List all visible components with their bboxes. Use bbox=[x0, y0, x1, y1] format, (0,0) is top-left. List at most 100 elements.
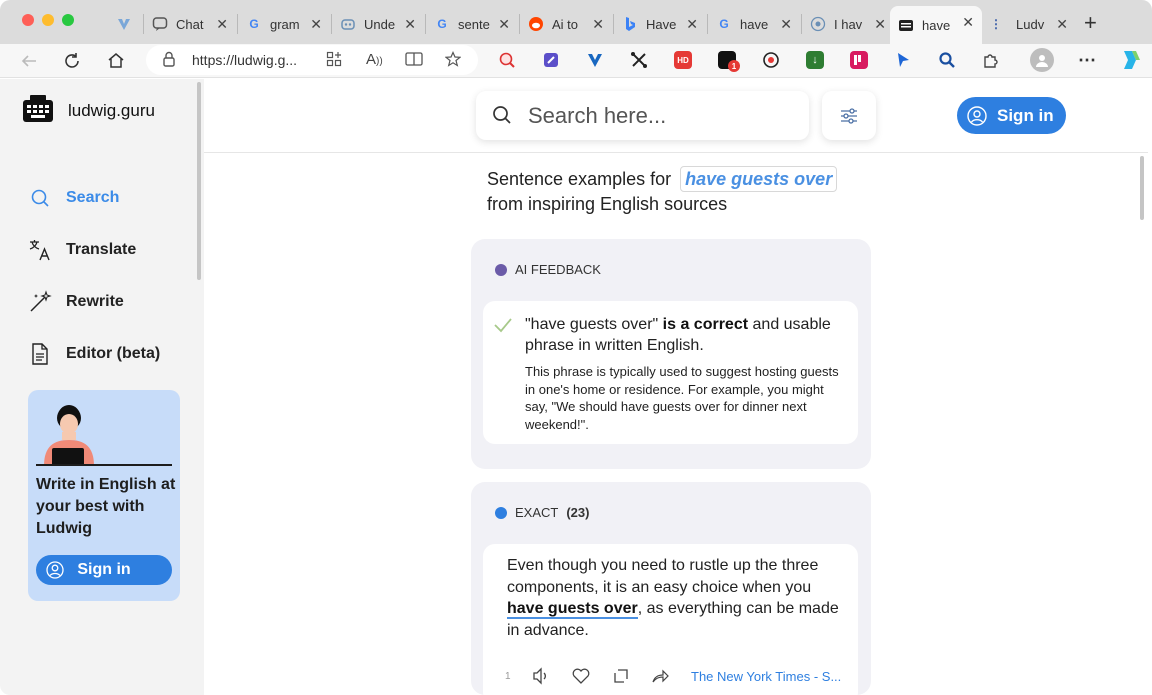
more-vertical-icon: ⋮ bbox=[990, 17, 1002, 31]
close-tab-icon[interactable]: ✕ bbox=[592, 16, 604, 33]
cursor-extension-icon[interactable] bbox=[894, 51, 912, 69]
immersive-reader-icon[interactable] bbox=[405, 51, 423, 70]
search-icon bbox=[493, 106, 511, 124]
tab-unde[interactable]: Unde ✕ bbox=[332, 8, 424, 40]
reddit-icon bbox=[528, 16, 544, 32]
search-box[interactable] bbox=[476, 91, 809, 140]
chat-icon bbox=[152, 16, 168, 32]
shuffle-extension-icon[interactable] bbox=[630, 51, 648, 69]
dark-extension-icon[interactable]: 1 bbox=[718, 51, 740, 72]
minimize-window-button[interactable] bbox=[42, 14, 54, 26]
reload-button[interactable] bbox=[59, 48, 85, 74]
header-sign-in-label: Sign in bbox=[997, 105, 1054, 125]
hd-extension-icon[interactable]: HD bbox=[674, 51, 692, 69]
close-tab-icon[interactable]: ✕ bbox=[874, 16, 886, 33]
close-tab-icon[interactable]: ✕ bbox=[686, 16, 698, 33]
tab-title: Have bbox=[646, 16, 677, 32]
close-tab-icon[interactable]: ✕ bbox=[1056, 16, 1068, 33]
tab-title: have bbox=[740, 16, 769, 32]
ai-explanation: This phrase is typically used to suggest… bbox=[525, 364, 839, 432]
more-menu-icon[interactable]: ⋯ bbox=[1078, 50, 1096, 70]
tab-ai-to[interactable]: Ai to ✕ bbox=[520, 8, 612, 40]
ai-feedback-header: AI FEEDBACK bbox=[495, 262, 601, 277]
google-icon: G bbox=[249, 17, 259, 31]
close-window-button[interactable] bbox=[22, 14, 34, 26]
maximize-window-button[interactable] bbox=[62, 14, 74, 26]
close-tab-icon[interactable]: ✕ bbox=[310, 16, 322, 33]
exact-status-dot bbox=[495, 506, 507, 519]
exact-count: (23) bbox=[566, 505, 590, 520]
ai-quote: "have guests over" bbox=[525, 316, 659, 333]
tab-title: have bbox=[922, 17, 951, 33]
ludwig-logo-icon[interactable] bbox=[22, 94, 54, 126]
example-sentence-card: Even though you need to rustle up the th… bbox=[483, 544, 858, 695]
close-tab-icon[interactable]: ✕ bbox=[404, 16, 416, 33]
source-link[interactable]: The New York Times - S... bbox=[691, 665, 841, 687]
query-phrase-chip[interactable]: have guests over bbox=[680, 166, 838, 192]
tab-strip: Chat ✕ G gram ✕ Unde ✕ G sente ✕ Ai to ✕… bbox=[0, 0, 1152, 44]
apps-icon[interactable] bbox=[326, 51, 342, 70]
desk-line bbox=[36, 464, 172, 466]
speaker-icon[interactable] bbox=[531, 665, 551, 687]
tab-have-active[interactable]: have ✕ bbox=[890, 6, 982, 44]
example-before: Even though you need to rustle up the th… bbox=[507, 557, 819, 596]
google-icon: G bbox=[719, 17, 729, 31]
tab-sente[interactable]: G sente ✕ bbox=[426, 8, 518, 40]
example-sentence[interactable]: Even though you need to rustle up the th… bbox=[507, 555, 839, 641]
close-tab-icon[interactable]: ✕ bbox=[498, 16, 510, 33]
main-scrollbar[interactable] bbox=[1140, 156, 1144, 220]
tab-i-hav[interactable]: I hav ✕ bbox=[802, 8, 894, 40]
copilot-icon[interactable] bbox=[1118, 48, 1142, 72]
sidebar-item-editor[interactable]: Editor (beta) bbox=[28, 341, 160, 367]
search-input[interactable] bbox=[528, 101, 788, 131]
home-button[interactable] bbox=[103, 48, 129, 74]
filter-button[interactable] bbox=[822, 91, 876, 140]
close-tab-icon[interactable]: ✕ bbox=[962, 14, 974, 31]
sidebar-item-translate[interactable]: Translate bbox=[28, 237, 136, 263]
magic-wand-icon bbox=[28, 290, 52, 314]
sidebar-item-search[interactable]: Search bbox=[28, 185, 119, 211]
profile-avatar[interactable] bbox=[1030, 48, 1054, 72]
new-tab-button[interactable]: + bbox=[1084, 10, 1097, 36]
share-icon[interactable] bbox=[651, 665, 669, 687]
download-extension-icon[interactable]: ↓ bbox=[806, 51, 824, 69]
url-text: https://ludwig.g... bbox=[192, 52, 298, 68]
sidebar-scrollbar[interactable] bbox=[197, 82, 201, 280]
ai-feedback-card: AI FEEDBACK "have guests over" is a corr… bbox=[471, 239, 871, 469]
lock-icon[interactable] bbox=[162, 51, 176, 70]
ai-verdict-strong: is a correct bbox=[662, 316, 749, 333]
sidebar-item-label: Search bbox=[66, 189, 120, 206]
tab-title: Ai to bbox=[552, 16, 579, 32]
read-aloud-icon[interactable]: A)) bbox=[366, 51, 383, 68]
magnifier-extension-icon[interactable] bbox=[938, 51, 956, 69]
favorite-star-icon[interactable] bbox=[444, 51, 462, 70]
exact-results-card: EXACT (23) Even though you need to rustl… bbox=[471, 482, 871, 695]
edit-extension-icon[interactable] bbox=[542, 51, 560, 69]
brand-name[interactable]: ludwig.guru bbox=[68, 101, 155, 121]
sidebar-item-label: Translate bbox=[66, 241, 137, 258]
user-circle-icon bbox=[46, 561, 64, 579]
tab-chat[interactable]: Chat ✕ bbox=[144, 8, 236, 40]
close-tab-icon[interactable]: ✕ bbox=[780, 16, 792, 33]
tab-pinned[interactable] bbox=[108, 8, 142, 40]
sidebar-item-rewrite[interactable]: Rewrite bbox=[28, 289, 124, 315]
tab-ludw[interactable]: ⋮ Ludv ✕ bbox=[984, 8, 1076, 40]
tab-have-google[interactable]: G have ✕ bbox=[708, 8, 800, 40]
board-extension-icon[interactable] bbox=[850, 51, 868, 69]
close-tab-icon[interactable]: ✕ bbox=[216, 16, 228, 33]
promo-text: Write in English at your best with Ludwi… bbox=[36, 476, 176, 537]
filter-sliders-icon bbox=[841, 107, 857, 124]
search-extension-icon[interactable] bbox=[498, 51, 516, 69]
heart-icon[interactable] bbox=[571, 665, 591, 687]
vuetify-extension-icon[interactable] bbox=[586, 51, 604, 69]
promo-sign-in-button[interactable]: Sign in bbox=[36, 555, 172, 585]
header-sign-in-button[interactable]: Sign in bbox=[957, 97, 1066, 134]
tab-gram[interactable]: G gram ✕ bbox=[238, 8, 330, 40]
address-bar[interactable]: https://ludwig.g... A)) bbox=[146, 45, 478, 75]
reload-icon bbox=[65, 53, 79, 68]
record-extension-icon[interactable] bbox=[762, 51, 780, 69]
copy-icon[interactable] bbox=[612, 665, 630, 687]
back-button[interactable] bbox=[16, 48, 42, 74]
puzzle-extensions-icon[interactable] bbox=[982, 51, 1000, 69]
tab-have-bing[interactable]: Have ✕ bbox=[614, 8, 706, 40]
